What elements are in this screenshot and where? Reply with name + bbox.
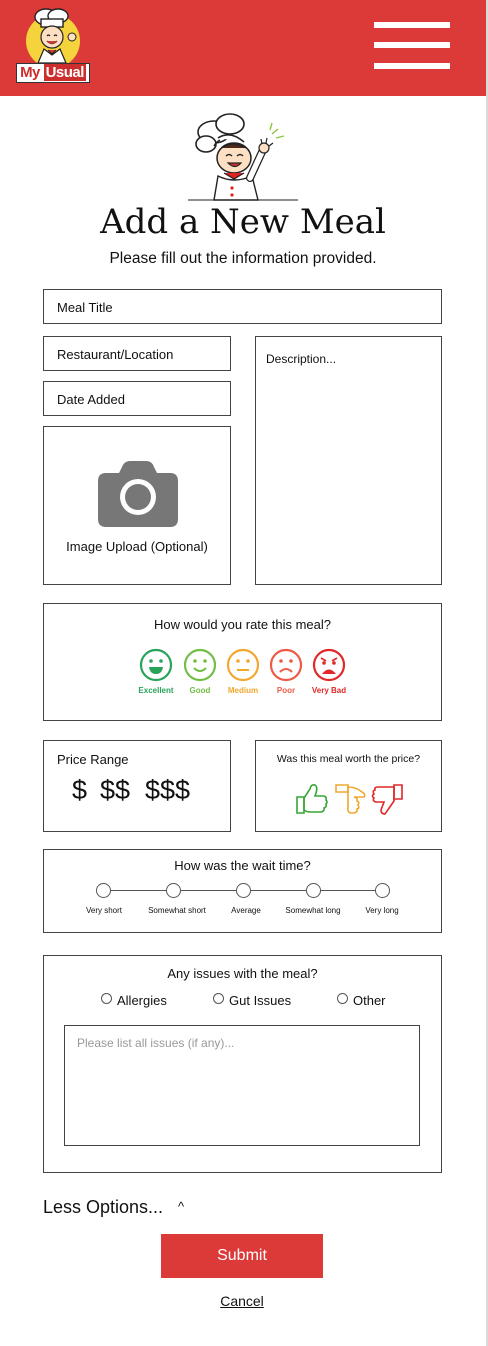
gut-issues-label: Gut Issues	[229, 993, 292, 1008]
chef-logo-icon	[26, 8, 80, 68]
thumbs-up-icon[interactable]	[293, 781, 329, 817]
logo-text-usual: Usual	[43, 64, 86, 81]
price-range-section: Price Range $ $$ $$$	[43, 740, 231, 832]
description-placeholder: Description...	[266, 352, 337, 366]
allergies-radio[interactable]	[101, 993, 112, 1004]
wait-time-question: How was the wait time?	[174, 858, 311, 873]
cancel-link[interactable]: Cancel	[0, 1293, 484, 1309]
page-title: Add a New Meal	[100, 202, 386, 242]
wait-label-somewhat-long: Somewhat long	[285, 906, 341, 915]
rating-label-very-bad: Very Bad	[311, 686, 347, 695]
issues-textarea[interactable]: Please list all issues (if any)...	[64, 1025, 420, 1146]
logo-wordmark: My Usual	[16, 63, 90, 83]
date-added-placeholder: Date Added	[57, 392, 125, 407]
wait-label-very-short: Very short	[85, 906, 122, 915]
restaurant-placeholder: Restaurant/Location	[57, 347, 174, 362]
wait-label-very-long: Very long	[365, 906, 399, 915]
other-radio[interactable]	[337, 993, 348, 1004]
hamburger-menu-icon[interactable]	[374, 22, 450, 72]
thumbs-down-icon[interactable]	[370, 781, 406, 817]
wait-option-average[interactable]	[236, 883, 251, 898]
app-header: My Usual	[0, 0, 486, 96]
thumbs-sideways-icon[interactable]	[332, 781, 368, 817]
wait-option-somewhat-long[interactable]	[306, 883, 321, 898]
wait-option-somewhat-short[interactable]	[166, 883, 181, 898]
excellent-face-icon[interactable]	[139, 648, 173, 682]
caret-up-icon[interactable]: ^	[178, 1199, 184, 1214]
meal-rating-section: How would you rate this meal? Excellent …	[43, 603, 442, 721]
gut-issues-radio[interactable]	[213, 993, 224, 1004]
page-subtitle: Please fill out the information provided…	[109, 250, 377, 267]
date-added-input[interactable]: Date Added	[43, 381, 231, 416]
camera-icon	[98, 461, 178, 527]
restaurant-input[interactable]: Restaurant/Location	[43, 336, 231, 371]
price-option-low[interactable]: $	[72, 775, 87, 806]
wait-option-very-short[interactable]	[96, 883, 111, 898]
allergies-label: Allergies	[117, 993, 167, 1008]
rating-question: How would you rate this meal?	[153, 617, 332, 632]
issues-section: Any issues with the meal? Allergies Gut …	[43, 955, 442, 1173]
issues-textarea-placeholder: Please list all issues (if any)...	[77, 1036, 235, 1050]
logo-text-my: My	[20, 64, 40, 81]
issues-question: Any issues with the meal?	[167, 966, 318, 981]
meal-title-input[interactable]: Meal Title	[43, 289, 442, 324]
wait-time-section: How was the wait time? Very short Somewh…	[43, 849, 442, 933]
wait-label-somewhat-short: Somewhat short	[148, 906, 206, 915]
worth-price-question: Was this meal worth the price?	[276, 753, 421, 765]
price-option-medium[interactable]: $$	[100, 775, 130, 806]
price-option-high[interactable]: $$$	[145, 775, 190, 806]
price-range-title: Price Range	[57, 752, 129, 767]
very-bad-face-icon[interactable]	[312, 648, 346, 682]
app-logo[interactable]: My Usual	[14, 7, 92, 85]
image-upload-label: Image Upload (Optional)	[66, 539, 208, 554]
medium-face-icon[interactable]	[226, 648, 260, 682]
image-upload-area[interactable]: Image Upload (Optional)	[43, 426, 231, 585]
less-options-toggle[interactable]: Less Options...	[43, 1197, 163, 1218]
poor-face-icon[interactable]	[269, 648, 303, 682]
meal-title-placeholder: Meal Title	[57, 300, 113, 315]
submit-button[interactable]: Submit	[161, 1234, 323, 1278]
wait-option-very-long[interactable]	[375, 883, 390, 898]
good-face-icon[interactable]	[183, 648, 217, 682]
description-textarea[interactable]: Description...	[255, 336, 442, 585]
worth-price-section: Was this meal worth the price?	[255, 740, 442, 832]
chef-mascot-icon	[188, 113, 298, 201]
other-label: Other	[353, 993, 386, 1008]
